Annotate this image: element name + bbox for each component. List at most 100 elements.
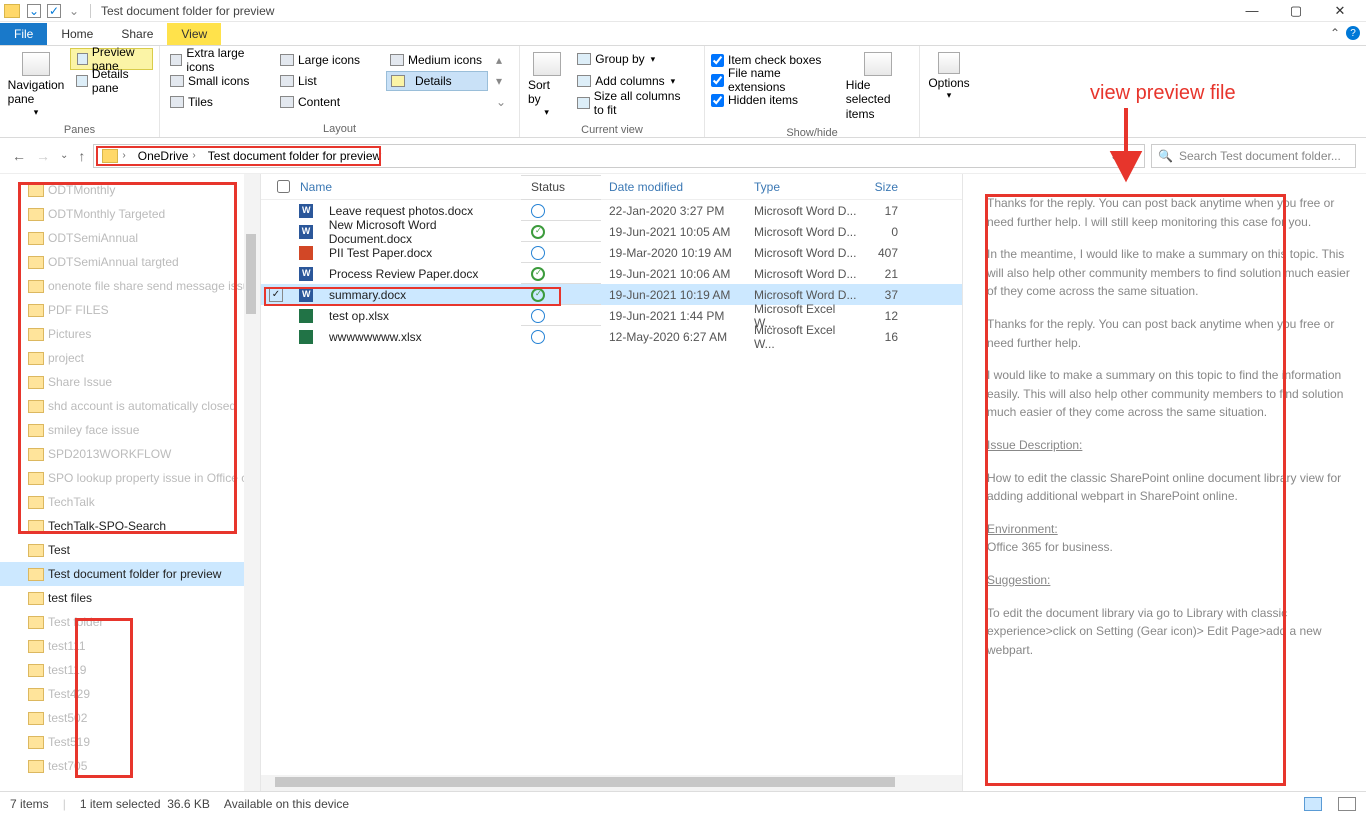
close-button[interactable]: ✕ xyxy=(1318,0,1362,22)
crumb-onedrive[interactable]: OneDrive› xyxy=(132,145,202,167)
tree-item[interactable]: ODTSemiAnnual xyxy=(0,226,260,250)
tree-item[interactable]: Test429 xyxy=(0,682,260,706)
tree-item[interactable]: Test folder xyxy=(0,610,260,634)
layout-list[interactable]: List xyxy=(276,71,378,91)
tree-item[interactable]: smiley face issue xyxy=(0,418,260,442)
help-icon[interactable]: ? xyxy=(1346,26,1360,40)
maximize-button[interactable]: ▢ xyxy=(1274,0,1318,22)
tree-item[interactable]: Test519 xyxy=(0,730,260,754)
file-extensions-toggle[interactable]: File name extensions xyxy=(711,70,840,90)
qat-properties[interactable]: ⌄ xyxy=(27,4,41,18)
layout-content[interactable]: Content xyxy=(276,92,378,112)
tree-item[interactable]: Test xyxy=(0,538,260,562)
layout-scroll-up[interactable]: ▴ xyxy=(496,53,510,67)
cloud-icon xyxy=(531,204,545,218)
layout-details[interactable]: Details xyxy=(386,71,488,91)
col-date[interactable]: Date modified xyxy=(601,180,746,194)
search-icon: 🔍 xyxy=(1158,149,1173,163)
ribbon-tabs: File Home Share View ⌃ ? xyxy=(0,22,1366,46)
sort-icon xyxy=(533,52,561,76)
tree-item[interactable]: test705 xyxy=(0,754,260,778)
layout-extra-large[interactable]: Extra large icons xyxy=(166,50,268,70)
layout-small-icons[interactable]: Small icons xyxy=(166,71,268,91)
navigation-pane-icon xyxy=(22,52,50,76)
file-list-pane: Name Status Date modified Type Size Leav… xyxy=(261,174,962,791)
tab-file[interactable]: File xyxy=(0,23,47,45)
preview-pane: Thanks for the reply. You can post back … xyxy=(962,174,1366,791)
file-row[interactable]: Process Review Paper.docx19-Jun-2021 10:… xyxy=(261,263,962,284)
layout-picker[interactable]: Extra large icons Small icons Tiles Larg… xyxy=(166,50,488,118)
forward-button[interactable]: → xyxy=(34,148,52,164)
up-button[interactable]: ↑ xyxy=(76,148,87,164)
navigation-tree[interactable]: ODTMonthlyODTMonthly TargetedODTSemiAnnu… xyxy=(0,174,261,791)
folder-icon xyxy=(28,664,44,677)
tree-item[interactable]: ODTSemiAnnual targted xyxy=(0,250,260,274)
layout-large-icons[interactable]: Large icons xyxy=(276,50,378,70)
recent-dropdown[interactable]: ⌄ xyxy=(58,150,70,161)
ribbon: Navigation pane▾ Preview pane Details pa… xyxy=(0,46,1366,138)
details-pane-button[interactable]: Details pane xyxy=(70,70,153,92)
tree-item[interactable]: Share Issue xyxy=(0,370,260,394)
options-button[interactable]: Options▾ xyxy=(926,48,972,105)
file-row[interactable]: PII Test Paper.docx19-Mar-2020 10:19 AMM… xyxy=(261,242,962,263)
folder-icon xyxy=(28,184,44,197)
layout-more[interactable]: ⌄ xyxy=(496,95,510,109)
tree-item[interactable]: test119 xyxy=(0,658,260,682)
qat-check[interactable]: ✓ xyxy=(47,4,61,18)
col-status[interactable]: Status xyxy=(521,175,601,199)
col-name[interactable]: Name xyxy=(300,180,332,194)
tree-item[interactable]: test111 xyxy=(0,634,260,658)
tab-share[interactable]: Share xyxy=(107,23,167,45)
layout-medium-icons[interactable]: Medium icons xyxy=(386,50,488,70)
folder-icon xyxy=(28,736,44,749)
folder-icon xyxy=(28,520,44,533)
folder-icon xyxy=(28,232,44,245)
ribbon-collapse-icon[interactable]: ⌃ xyxy=(1330,26,1340,40)
tree-scrollbar[interactable] xyxy=(244,174,260,791)
tree-item[interactable]: project xyxy=(0,346,260,370)
tree-item[interactable]: SPO lookup property issue in Office clie… xyxy=(0,466,260,490)
file-checkbox[interactable]: ✓ xyxy=(269,288,283,302)
col-type[interactable]: Type xyxy=(746,180,866,194)
size-all-columns-button[interactable]: Size all columns to fit xyxy=(571,92,698,114)
view-thumbnails-icon[interactable] xyxy=(1338,797,1356,811)
col-size[interactable]: Size xyxy=(866,180,906,194)
crumb-current[interactable]: Test document folder for preview xyxy=(202,145,387,167)
qat-dropdown[interactable]: ⌄ xyxy=(67,4,81,18)
back-button[interactable]: ← xyxy=(10,148,28,164)
group-by-button[interactable]: Group by▾ xyxy=(571,48,698,70)
tree-item[interactable]: Pictures xyxy=(0,322,260,346)
group-currentview-label: Current view xyxy=(526,122,698,138)
tree-item[interactable]: test502 xyxy=(0,706,260,730)
tree-item[interactable]: ODTMonthly Targeted xyxy=(0,202,260,226)
column-headers[interactable]: Name Status Date modified Type Size xyxy=(261,174,962,200)
file-row[interactable]: New Microsoft Word Document.docx19-Jun-2… xyxy=(261,221,962,242)
tree-item[interactable]: TechTalk xyxy=(0,490,260,514)
tree-item[interactable]: SPD2013WORKFLOW xyxy=(0,442,260,466)
tree-item[interactable]: shd account is automatically closed xyxy=(0,394,260,418)
navigation-pane-button[interactable]: Navigation pane▾ xyxy=(6,48,66,122)
hidden-items-toggle[interactable]: Hidden items xyxy=(711,90,840,110)
hide-selected-button[interactable]: Hide selected items xyxy=(844,48,913,125)
file-row[interactable]: wwwwwwww.xlsx12-May-2020 6:27 AMMicrosof… xyxy=(261,326,962,347)
search-input[interactable]: 🔍 Search Test document folder... xyxy=(1151,144,1356,168)
tab-view[interactable]: View xyxy=(167,23,221,45)
minimize-button[interactable]: — xyxy=(1230,0,1274,22)
tree-item[interactable]: test files xyxy=(0,586,260,610)
tab-home[interactable]: Home xyxy=(47,23,107,45)
layout-scroll-down[interactable]: ▾ xyxy=(496,74,510,88)
folder-icon xyxy=(28,280,44,293)
tree-item[interactable]: Test document folder for preview xyxy=(0,562,260,586)
select-all-checkbox[interactable] xyxy=(277,180,290,193)
synced-icon xyxy=(531,288,545,302)
tree-item[interactable]: TechTalk-SPO-Search xyxy=(0,514,260,538)
tree-item[interactable]: onenote file share send message issue xyxy=(0,274,260,298)
tree-item[interactable]: PDF FILES xyxy=(0,298,260,322)
breadcrumb-bar[interactable]: › OneDrive› Test document folder for pre… xyxy=(93,144,1145,168)
view-details-icon[interactable] xyxy=(1304,797,1322,811)
file-hscrollbar[interactable] xyxy=(261,775,962,791)
sort-by-button[interactable]: Sort by▾ xyxy=(526,48,567,122)
layout-tiles[interactable]: Tiles xyxy=(166,92,268,112)
tree-item[interactable]: ODTMonthly xyxy=(0,178,260,202)
folder-icon xyxy=(28,376,44,389)
